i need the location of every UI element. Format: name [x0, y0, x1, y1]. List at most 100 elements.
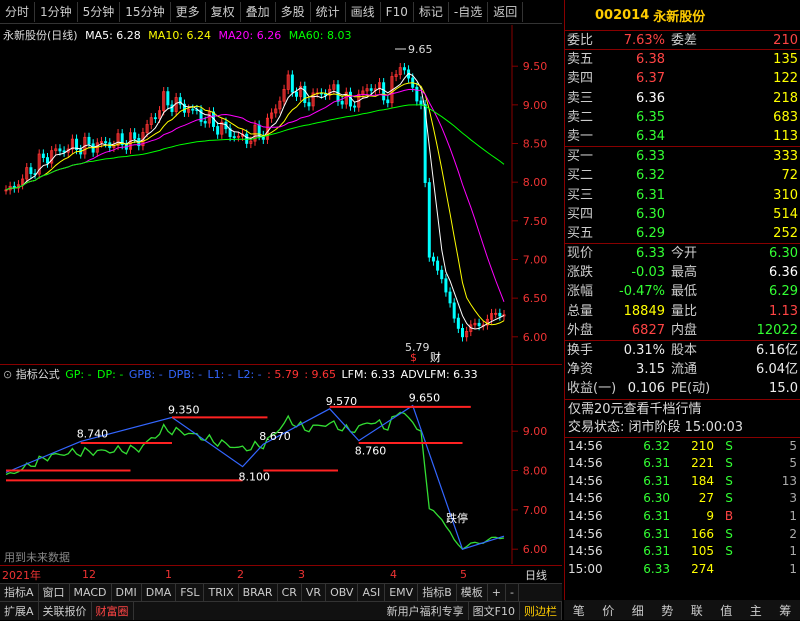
bottom-nav-0[interactable]: 笔 [573, 602, 585, 619]
trade-row: 14:56 6.31 184 S 13 [565, 473, 800, 491]
promo-link[interactable]: 仅需20元查看千档行情 [565, 398, 800, 418]
indicator-tab-11[interactable]: ASI [358, 584, 386, 601]
candle-body [415, 86, 419, 102]
extension-tab-1[interactable]: 关联报价 [39, 602, 92, 620]
indicator-tab-16[interactable]: - [506, 584, 519, 601]
indicator-tab-5[interactable]: FSL [176, 584, 205, 601]
indicator-y-label: 6.00 [523, 543, 548, 556]
candle-body [232, 136, 236, 138]
toolbar-2[interactable]: 5分钟 [78, 1, 121, 22]
trade-time: 14:56 [568, 456, 603, 471]
extension-right-tab-0[interactable]: 新用户福利专享 [383, 602, 469, 620]
bottom-nav-5[interactable]: 值 [720, 602, 732, 619]
stat-label-2: 内盘 [671, 322, 698, 338]
candle-body [307, 102, 311, 107]
toolbar-4[interactable]: 更多 [171, 1, 206, 22]
indicator-annotation: 8.740 [77, 427, 109, 440]
trade-price: 6.31 [643, 526, 670, 541]
indicator-tab-13[interactable]: 指标B [418, 584, 457, 601]
toolbar-12[interactable]: -自选 [449, 1, 489, 22]
indicator-tab-6[interactable]: TRIX [204, 584, 239, 601]
dividend-mark: $ [410, 351, 417, 364]
indicator-tab-0[interactable]: 指标A [0, 584, 39, 601]
indicator-tab-4[interactable]: DMA [142, 584, 177, 601]
indicator-tab-14[interactable]: 模板 [457, 584, 488, 601]
candle-body [170, 104, 174, 112]
bid-price: 6.32 [636, 168, 665, 184]
toolbar-6[interactable]: 叠加 [241, 1, 276, 22]
fund-value-2: 6.16亿 [756, 343, 798, 358]
candle-body [353, 105, 357, 108]
bid-label: 买三 [567, 187, 594, 203]
time-label-2: 1 [165, 568, 172, 581]
toolbar-3[interactable]: 15分钟 [120, 1, 171, 22]
trade-direction [714, 561, 744, 579]
candle-body [498, 312, 502, 317]
stat-row: 总量 18849 量比 1.13 [565, 302, 800, 321]
kline-chart[interactable]: 永新股份(日线) MA5: 6.28 MA10: 6.24 MA20: 6.26… [0, 25, 562, 365]
candle-body [369, 88, 373, 91]
toolbar-1[interactable]: 1分钟 [35, 1, 78, 22]
candle-body [62, 150, 66, 153]
fund-value-2: 15.0 [769, 381, 798, 397]
indicator-tab-15[interactable]: + [488, 584, 506, 601]
candle-body [104, 141, 108, 144]
indicator-tab-1[interactable]: 窗口 [39, 584, 70, 601]
indicator-chart[interactable]: ⊙ 指标公式 GP: - DP: - GPB: - DPB: - L1: - L… [0, 366, 562, 564]
ask-label: 卖五 [567, 52, 594, 68]
trade-status: 交易状态: 闭市阶段 15:00:03 [568, 419, 744, 435]
candle-body [448, 291, 452, 304]
trade-direction: S [725, 491, 733, 506]
indicator-tab-12[interactable]: EMV [385, 584, 419, 601]
extension-tab-0[interactable]: 扩展A [0, 602, 39, 620]
trade-count: 3 [789, 491, 797, 506]
trade-volume: 221 [691, 456, 714, 471]
candle-body [402, 67, 406, 71]
indicator-tab-3[interactable]: DMI [112, 584, 142, 601]
y-tick-label: 7.50 [523, 215, 548, 228]
stat-label: 外盘 [567, 322, 594, 338]
toolbar-0[interactable]: 分时 [0, 1, 36, 22]
time-label-3: 2 [237, 568, 244, 581]
indicator-annotation: 8.100 [239, 471, 270, 484]
extension-right-tab-2[interactable]: 则边栏 [520, 602, 562, 620]
bid-price: 6.31 [636, 187, 665, 203]
bottom-nav-1[interactable]: 价 [602, 602, 614, 619]
toolbar-7[interactable]: 多股 [276, 1, 311, 22]
y-tick-label: 8.00 [523, 176, 548, 189]
toolbar-13[interactable]: 返回 [488, 1, 524, 22]
indicator-tab-10[interactable]: OBV [326, 584, 359, 601]
toolbar-8[interactable]: 统计 [311, 1, 346, 22]
indicator-tab-9[interactable]: VR [302, 584, 327, 601]
bottom-nav-4[interactable]: 联 [691, 602, 703, 619]
candle-body [436, 260, 440, 271]
low-price-label: 5.79 [405, 341, 430, 354]
indicator-tab-7[interactable]: BRAR [239, 584, 278, 601]
indicator-tab-8[interactable]: CR [278, 584, 302, 601]
bottom-nav-2[interactable]: 细 [632, 602, 644, 619]
trade-price: 6.33 [643, 561, 670, 576]
toolbar-5[interactable]: 复权 [206, 1, 241, 22]
stat-row: 现价 6.33 今开 6.30 [565, 244, 800, 263]
toolbar-10[interactable]: F10 [381, 1, 414, 22]
time-label-4: 3 [298, 568, 305, 581]
candle-body [382, 82, 386, 101]
trade-count: 5 [789, 438, 797, 453]
toolbar-11[interactable]: 标记 [414, 1, 449, 22]
bottom-nav-3[interactable]: 势 [661, 602, 673, 619]
trade-row: 14:56 6.30 27 S 3 [565, 490, 800, 508]
stat-value-2: 6.36 [769, 265, 798, 281]
stat-label: 涨幅 [567, 284, 594, 300]
bottom-nav-7[interactable]: 筹 [779, 602, 791, 619]
extension-tab-2[interactable]: 财富圈 [92, 602, 134, 620]
stat-value: 6.33 [636, 246, 665, 262]
fund-label: 净资 [567, 362, 594, 378]
indicator-tab-2[interactable]: MACD [70, 584, 112, 601]
bottom-nav-6[interactable]: 主 [750, 602, 762, 619]
extension-right-tab-1[interactable]: 图文F10 [469, 602, 520, 620]
ask-volume: 218 [773, 90, 798, 106]
period-label: 日线 [525, 568, 547, 582]
toolbar-9[interactable]: 画线 [346, 1, 381, 22]
candle-body [340, 100, 344, 105]
